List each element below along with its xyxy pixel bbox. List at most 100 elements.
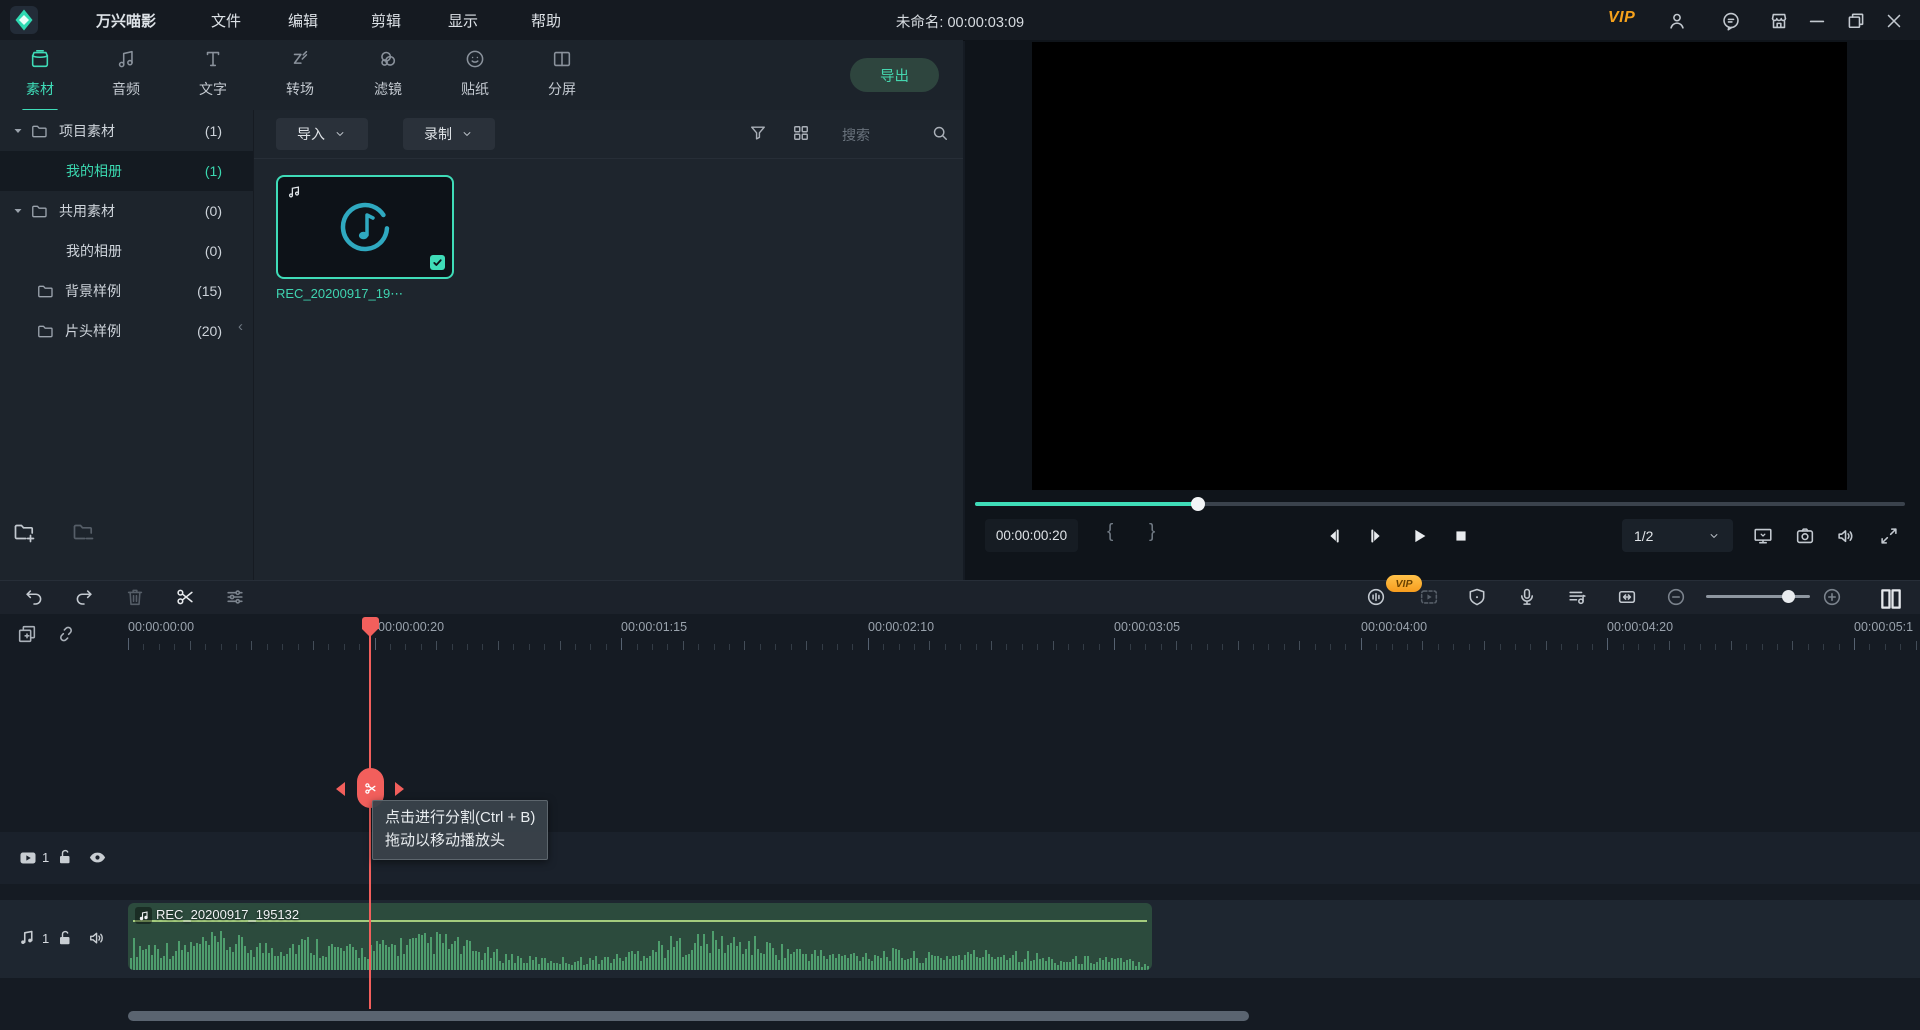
caret-down-icon[interactable] — [12, 205, 24, 217]
playhead-right-arrow[interactable] — [395, 782, 404, 796]
snapshot-icon[interactable] — [1794, 525, 1816, 547]
transition-icon — [289, 48, 311, 70]
media-tabbar: 素材 音频 文字 转场 滤镜 贴纸 分屏 导出 — [0, 40, 963, 111]
adjust-button[interactable] — [224, 586, 246, 608]
play-button[interactable] — [1408, 525, 1430, 547]
mark-in-button[interactable]: { — [1107, 521, 1113, 543]
tab-splitscreen[interactable]: 分屏 — [522, 48, 602, 108]
sidebar-item-project-media[interactable]: 项目素材 (1) — [0, 111, 253, 151]
timeline: 00:00:00:00 00:00:00:20 00:00:01:15 00:0… — [0, 614, 1920, 1030]
caret-down-icon[interactable] — [12, 125, 24, 137]
media-bin: 导入 录制 REC_20200917_19⋯ — [254, 110, 963, 580]
tab-media[interactable]: 素材 — [0, 48, 80, 108]
record-button[interactable]: 录制 — [403, 118, 495, 150]
current-timecode: 00:00:00:20 — [985, 519, 1078, 552]
folder-icon — [36, 282, 55, 301]
fullscreen-icon[interactable] — [1878, 525, 1900, 547]
restore-button[interactable] — [1845, 10, 1867, 32]
stop-button[interactable] — [1450, 525, 1472, 547]
timeline-scrollbar[interactable] — [128, 1011, 1249, 1021]
visibility-eye-icon[interactable] — [87, 847, 108, 868]
next-frame-button[interactable] — [1365, 525, 1387, 547]
tab-sticker[interactable]: 贴纸 — [435, 48, 515, 108]
tab-audio[interactable]: 音频 — [86, 48, 166, 108]
folder-icon — [30, 122, 49, 141]
divider — [254, 158, 963, 159]
text-icon — [202, 48, 224, 70]
minimize-button[interactable] — [1806, 10, 1828, 32]
scissors-icon — [363, 781, 378, 796]
display-device-icon[interactable] — [1752, 525, 1774, 547]
previous-frame-button[interactable] — [1323, 525, 1345, 547]
sidebar-item-shared-media[interactable]: 共用素材 (0) — [0, 191, 253, 231]
store-icon[interactable] — [1768, 10, 1790, 32]
selected-checkbox[interactable] — [430, 255, 445, 270]
export-button[interactable]: 导出 — [850, 58, 939, 92]
seek-bar[interactable] — [975, 502, 1905, 506]
import-button[interactable]: 导入 — [276, 118, 368, 150]
voice-changer-button[interactable] — [1365, 586, 1387, 608]
search-icon[interactable] — [930, 123, 950, 143]
lock-icon[interactable] — [55, 847, 75, 867]
video-track: 1 — [0, 832, 1920, 884]
zoom-in-icon[interactable] — [1821, 586, 1843, 608]
voiceover-button[interactable] — [1516, 586, 1538, 608]
split-button[interactable] — [174, 586, 196, 608]
timeline-zoom-slider[interactable] — [1706, 595, 1810, 598]
screen-record-button[interactable] — [1418, 586, 1440, 608]
tab-transition[interactable]: 转场 — [260, 48, 340, 108]
account-icon[interactable] — [1666, 10, 1688, 32]
panel-layout-icon[interactable] — [1878, 586, 1904, 612]
sidebar-item-my-album-1[interactable]: 我的相册 (1) — [0, 151, 253, 191]
music-disc-icon — [337, 199, 393, 260]
ruler-label: 00:00:00:00 — [128, 620, 194, 634]
chevron-down-icon — [460, 127, 474, 141]
tab-text[interactable]: 文字 — [173, 48, 253, 108]
filter-icon — [377, 48, 399, 70]
video-track-icon — [17, 847, 39, 869]
seek-bar-fill — [975, 502, 1198, 506]
audio-clip-type-chip — [135, 907, 152, 924]
undo-button[interactable] — [23, 586, 45, 608]
sidebar-item-my-album-2[interactable]: 我的相册 (0) — [0, 231, 253, 271]
playhead-flag[interactable] — [362, 617, 379, 629]
mark-out-button[interactable]: } — [1149, 521, 1155, 543]
remove-folder-icon[interactable] — [71, 520, 95, 544]
ruler-label: 00:00:04:20 — [1607, 620, 1673, 634]
add-folder-icon[interactable] — [12, 520, 36, 544]
feedback-icon[interactable] — [1720, 10, 1742, 32]
vip-button[interactable]: VIP — [1608, 9, 1635, 27]
search-input[interactable] — [840, 120, 932, 150]
preview-quality-dropdown[interactable]: 1/2 — [1622, 519, 1733, 552]
close-button[interactable] — [1883, 10, 1905, 32]
video-track-number: 1 — [42, 850, 49, 865]
sidebar-item-intro-samples[interactable]: 片头样例 (20) — [0, 311, 253, 351]
timeline-toolbar: VIP — [0, 580, 1920, 616]
auto-ripple-button[interactable] — [1616, 586, 1638, 608]
media-item-card[interactable] — [276, 175, 454, 279]
zoom-slider-knob[interactable] — [1782, 590, 1795, 603]
redo-button[interactable] — [73, 586, 95, 608]
audio-clip[interactable]: REC_20200917_195132 — [128, 903, 1152, 970]
audio-mixer-button[interactable] — [1566, 586, 1588, 608]
seek-handle[interactable] — [1191, 497, 1205, 511]
tab-filter[interactable]: 滤镜 — [348, 48, 428, 108]
mute-speaker-icon[interactable] — [87, 928, 107, 948]
split-screen-icon — [551, 48, 573, 70]
zoom-out-icon[interactable] — [1665, 586, 1687, 608]
delete-button[interactable] — [124, 586, 146, 608]
lock-icon[interactable] — [55, 928, 75, 948]
playhead-left-arrow[interactable] — [336, 782, 345, 796]
audio-clip-label: REC_20200917_195132 — [156, 907, 299, 922]
volume-icon[interactable] — [1835, 525, 1857, 547]
vip-badge: VIP — [1386, 575, 1422, 592]
playhead-line[interactable] — [369, 617, 371, 1009]
render-protect-button[interactable] — [1466, 586, 1488, 608]
ruler-label: 00:00:01:15 — [621, 620, 687, 634]
chevron-down-icon — [333, 127, 347, 141]
collapse-sidebar-arrow[interactable]: ‹ — [238, 318, 243, 335]
sidebar-item-background-samples[interactable]: 背景样例 (15) — [0, 271, 253, 311]
grid-view-icon[interactable] — [791, 123, 811, 143]
filter-funnel-icon[interactable] — [748, 123, 768, 143]
timeline-ruler[interactable]: 00:00:00:00 00:00:00:20 00:00:01:15 00:0… — [0, 614, 1920, 650]
